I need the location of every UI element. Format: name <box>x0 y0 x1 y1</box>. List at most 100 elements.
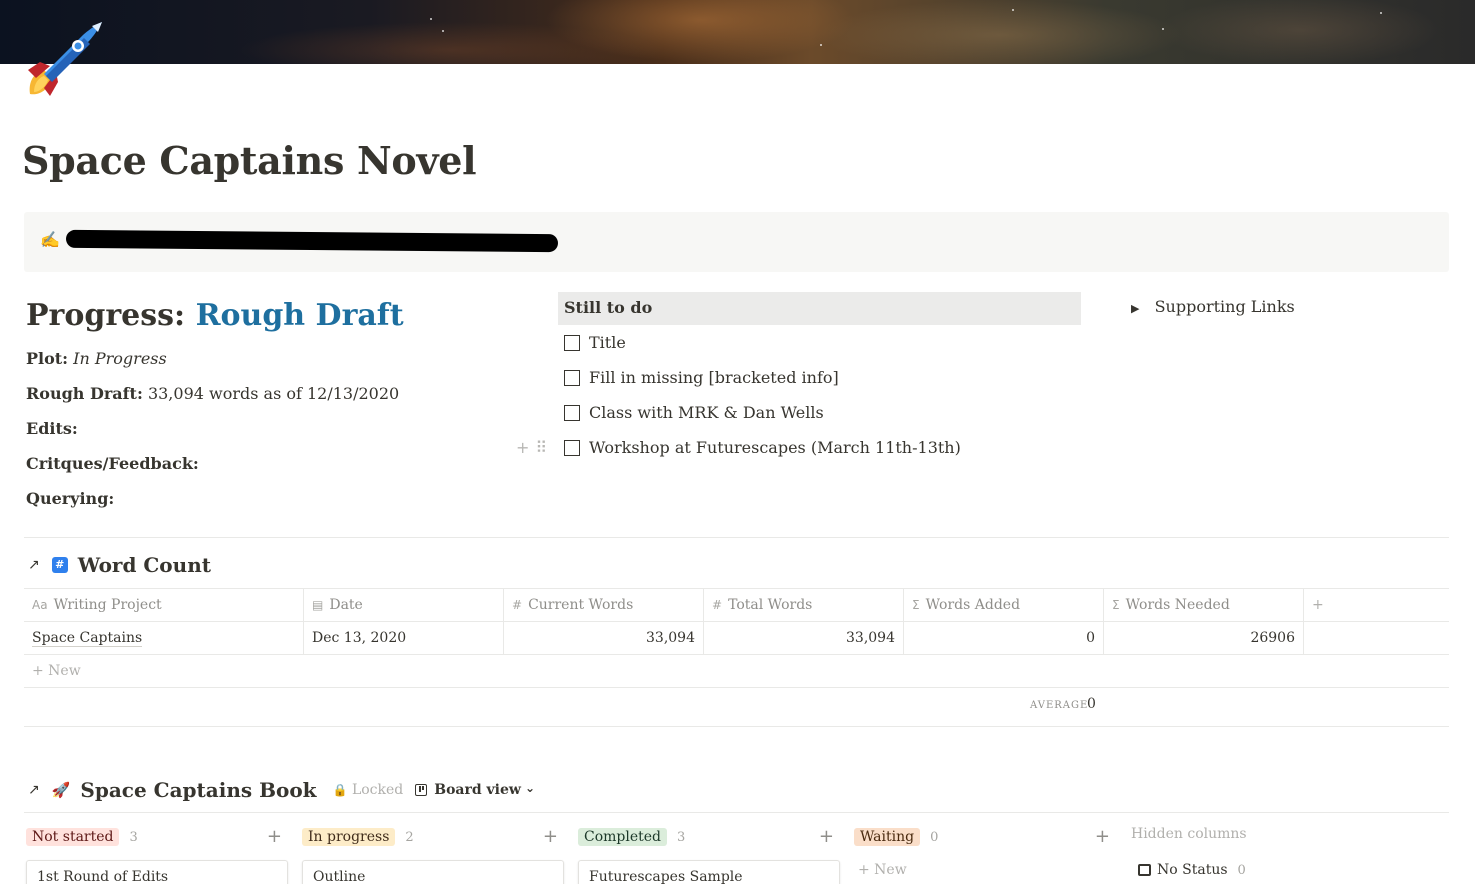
add-card-button[interactable]: + <box>819 826 834 847</box>
cell-empty <box>1304 622 1449 654</box>
board-card[interactable]: Futurescapes Sample <box>578 860 840 884</box>
todo-item[interactable]: +⠿ Workshop at Futurescapes (March 11th-… <box>516 430 1081 465</box>
column-count: 2 <box>405 829 414 845</box>
column-count: 3 <box>129 829 138 845</box>
column-header[interactable]: Σ Words Added <box>904 589 1104 621</box>
rocket-icon[interactable] <box>22 20 104 102</box>
todo-item[interactable]: Fill in missing [bracketed info] <box>558 360 1081 395</box>
kanban-board: Not started 3 + 1st Round of Edits In pr… <box>26 826 1446 884</box>
checkbox[interactable] <box>564 439 580 456</box>
redacted-link-text <box>65 229 559 253</box>
board-column-header[interactable]: Not started 3 + <box>26 826 288 848</box>
add-card-button[interactable]: + <box>1095 826 1110 847</box>
hash-icon: # <box>51 557 68 573</box>
progress-column: Progress: Rough Draft Plot: In Progress … <box>26 292 506 511</box>
db-title-text: Word Count <box>77 553 211 577</box>
table-row[interactable]: Space Captains Dec 13, 2020 33,094 33,09… <box>24 621 1449 654</box>
field-querying[interactable]: Querying: <box>26 489 506 511</box>
field-value: In Progress <box>73 349 167 368</box>
checkbox[interactable] <box>564 369 580 386</box>
board-card[interactable]: Outline <box>302 860 564 884</box>
progress-heading[interactable]: Progress: Rough Draft <box>26 298 506 333</box>
link-arrow-icon[interactable]: ↗ <box>28 557 40 573</box>
board-column-header[interactable]: Waiting 0 + <box>854 826 1116 848</box>
word-count-db-title[interactable]: ↗ # Word Count <box>28 553 211 577</box>
column-header[interactable]: # Current Words <box>504 589 704 621</box>
status-badge: In progress <box>302 828 396 846</box>
chevron-down-icon: ⌄ <box>524 781 536 795</box>
star-dot <box>1380 12 1382 14</box>
hidden-column-label: No Status <box>1157 862 1228 878</box>
book-db-title[interactable]: ↗ 🚀 Space Captains Book 🔒 Locked Board v… <box>28 778 535 802</box>
column-label: Date <box>329 597 363 613</box>
progress-label: Progress: <box>26 298 186 333</box>
board-card[interactable]: 1st Round of Edits <box>26 860 288 884</box>
add-card-button[interactable]: + <box>543 826 558 847</box>
field-plot[interactable]: Plot: In Progress <box>26 349 506 371</box>
status-badge: Completed <box>578 828 668 846</box>
column-header[interactable]: ▤ Date <box>304 589 504 621</box>
cell-words-needed[interactable]: 26906 <box>1104 622 1304 654</box>
board-view-icon <box>415 784 428 796</box>
checkbox[interactable] <box>564 404 580 421</box>
drag-handle-icon[interactable]: ⠿ <box>535 438 553 457</box>
todo-label: Fill in missing [bracketed info] <box>589 368 839 387</box>
view-switcher[interactable]: Board view ⌄ <box>415 781 536 798</box>
number-icon: # <box>512 598 523 612</box>
field-label: Querying: <box>26 489 115 508</box>
column-count: 0 <box>930 829 939 845</box>
column-label: Total Words <box>728 597 813 613</box>
add-column-button[interactable]: + <box>1304 589 1449 621</box>
block-handle[interactable]: +⠿ <box>516 438 553 457</box>
plus-icon[interactable]: + <box>516 438 535 457</box>
column-header[interactable]: Σ Words Needed <box>1104 589 1304 621</box>
toggle-label: Supporting Links <box>1154 297 1295 316</box>
formula-icon: Σ <box>1112 598 1120 612</box>
lock-icon: 🔒 <box>332 783 348 797</box>
todo-item[interactable]: Class with MRK & Dan Wells <box>558 395 1081 430</box>
supporting-links-toggle[interactable]: ▶ Supporting Links <box>1131 297 1295 316</box>
divider <box>24 537 1449 538</box>
page-cover-image[interactable] <box>0 0 1475 64</box>
board-column-header[interactable]: In progress 2 + <box>302 826 564 848</box>
cell-total-words[interactable]: 33,094 <box>704 622 904 654</box>
field-label: Plot: <box>26 349 69 368</box>
page-title[interactable]: Space Captains Novel <box>22 138 477 183</box>
todo-label: Workshop at Futurescapes (March 11th-13t… <box>589 438 961 457</box>
toggle-arrow-icon[interactable]: ▶ <box>1131 302 1139 315</box>
locked-indicator[interactable]: 🔒 Locked <box>333 782 404 798</box>
link-arrow-icon[interactable]: ↗ <box>28 782 40 798</box>
field-critiques[interactable]: Critques/Feedback: <box>26 454 506 476</box>
field-label: Rough Draft: <box>26 384 143 403</box>
calculation-row: AVERAGE 0 <box>24 687 1449 727</box>
board-column-not-started: Not started 3 + 1st Round of Edits <box>26 826 288 884</box>
field-rough-draft[interactable]: Rough Draft: 33,094 words as of 12/13/20… <box>26 384 506 406</box>
cell-writing-project[interactable]: Space Captains <box>24 622 304 654</box>
board-column-header[interactable]: Completed 3 + <box>578 826 840 848</box>
field-edits[interactable]: Edits: <box>26 419 506 441</box>
cell-date[interactable]: Dec 13, 2020 <box>304 622 504 654</box>
new-row-button[interactable]: + New <box>24 654 1449 687</box>
rocket-icon: 🚀 <box>51 781 71 799</box>
progress-stage: Rough Draft <box>195 298 404 333</box>
table-header-row: Aa Writing Project ▤ Date # Current Words #… <box>24 588 1449 621</box>
column-header[interactable]: # Total Words <box>704 589 904 621</box>
calendar-icon: ▤ <box>312 598 324 612</box>
locked-label: Locked <box>351 782 404 798</box>
todo-header[interactable]: Still to do <box>558 292 1081 325</box>
column-header[interactable]: Aa Writing Project <box>24 589 304 621</box>
formula-icon: Σ <box>912 598 920 612</box>
calc-label[interactable]: AVERAGE <box>1030 700 1088 711</box>
view-label: Board view <box>434 782 521 798</box>
todo-item[interactable]: Title <box>558 325 1081 360</box>
new-card-button[interactable]: + New <box>854 862 1116 878</box>
add-card-button[interactable]: + <box>267 826 282 847</box>
column-label: Writing Project <box>53 597 162 613</box>
checkbox[interactable] <box>564 334 580 351</box>
cell-words-added[interactable]: 0 <box>904 622 1104 654</box>
cell-current-words[interactable]: 33,094 <box>504 622 704 654</box>
callout-block[interactable]: ✍ <box>24 212 1449 272</box>
hidden-column-no-status[interactable]: No Status 0 <box>1138 862 1246 878</box>
status-badge: Not started <box>26 828 120 846</box>
hidden-columns-label: Hidden columns <box>1131 826 1247 842</box>
